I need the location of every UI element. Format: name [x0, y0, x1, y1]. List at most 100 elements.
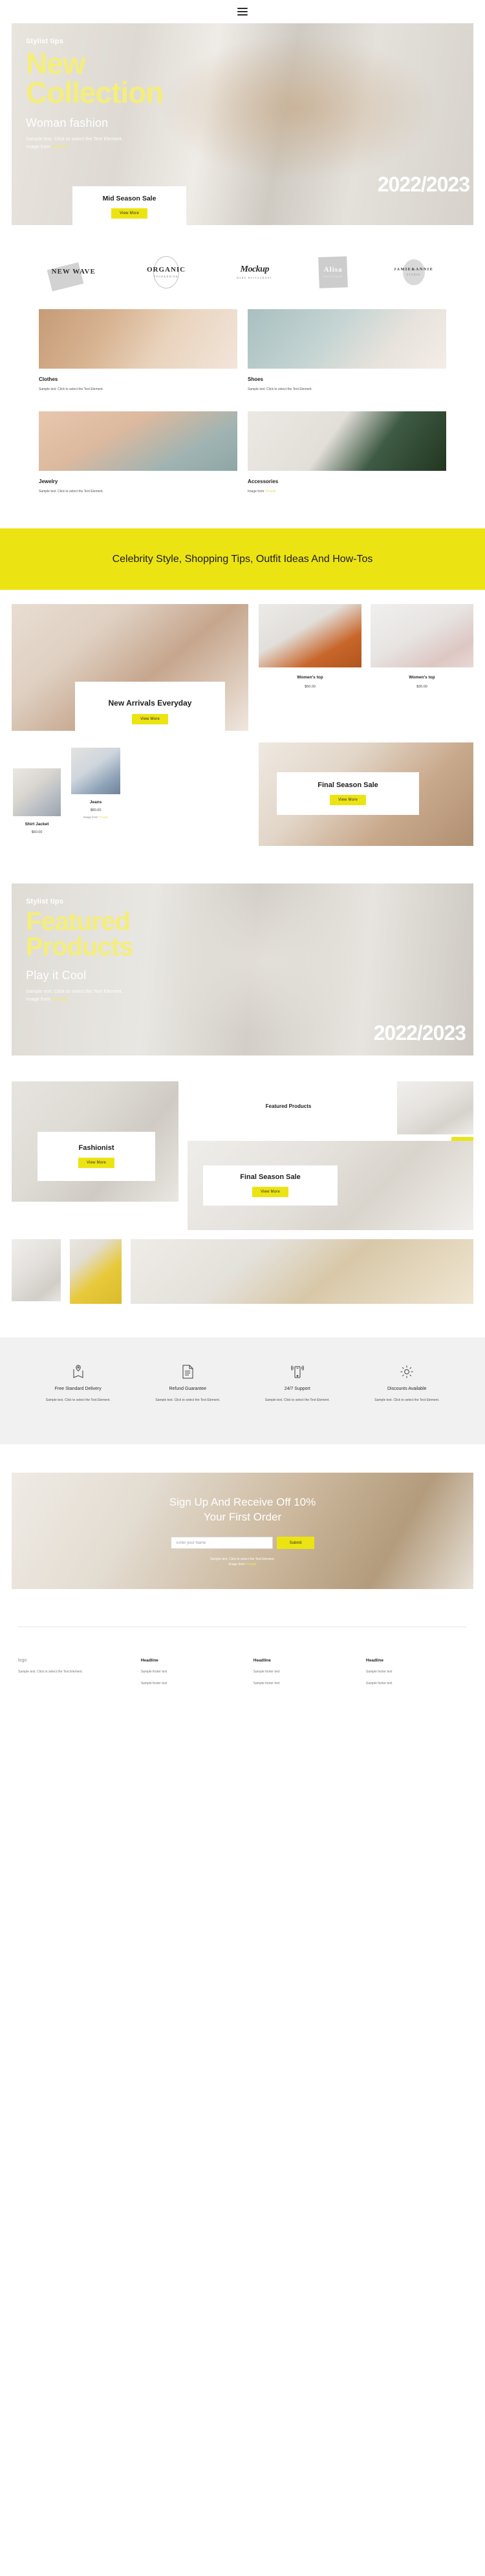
featured-products-hero: Stylist tips Featured Products Play it C…: [12, 883, 473, 1055]
brand-name: Mockup: [240, 265, 270, 274]
gallery-image: [131, 1239, 473, 1304]
gallery-item-wide[interactable]: [131, 1239, 473, 1304]
footer-link[interactable]: Sample footer text: [253, 1669, 354, 1675]
brand-name: ORGANIC: [146, 265, 186, 274]
final-season-sale-card: Final Season Sale View More: [277, 772, 419, 815]
category-image: [39, 411, 237, 471]
category-image: [248, 308, 446, 369]
category-grid: Clothes Sample text. Click to select the…: [0, 308, 485, 495]
feature-description: Sample text. Click to select the Text El…: [155, 1398, 221, 1402]
hero2-subtitle: Play it Cool: [26, 969, 87, 982]
arrivals-bottom-row: Jeans $80.00 Image from Freepik Shirt Ja…: [12, 742, 473, 846]
hero2-description-line-2: Image from Freepik: [26, 995, 473, 1003]
category-card-jewelry[interactable]: Jewelry Sample text. Click to select the…: [39, 411, 237, 495]
freepik-link[interactable]: Freepik: [265, 490, 276, 493]
product-name: Shirt Jacket: [25, 821, 49, 827]
product-card-shirt-jacket[interactable]: Shirt Jacket $60.00: [13, 768, 61, 834]
footer-link[interactable]: Sample footer text: [141, 1681, 242, 1687]
top-navigation-bar: [0, 0, 485, 23]
hero-title-line-2: Collection: [26, 76, 164, 110]
arrivals-product-list: Women's top $50.00 Women's top $30.00: [259, 603, 473, 689]
hamburger-menu-icon[interactable]: [237, 8, 248, 16]
brand-logo-organic[interactable]: ORGANIC FOOD&DRINK: [146, 255, 186, 288]
footer-link[interactable]: Sample footer text: [366, 1681, 467, 1687]
footer-logo-text: Sample text. Click to select the Text El…: [18, 1669, 83, 1674]
footer-link[interactable]: Sample footer text: [141, 1669, 242, 1675]
feature-title: Refund Guarantee: [169, 1386, 207, 1391]
product-image: [371, 603, 473, 667]
hero-description: Sample text. Click to select the Text El…: [26, 135, 473, 151]
featured-tags-image-wrap: [397, 1081, 473, 1134]
brand-logo-new-wave[interactable]: NEW WAVE: [52, 268, 96, 276]
footer-logo[interactable]: logo: [18, 1658, 129, 1663]
hero-title-line-1: New: [26, 47, 86, 80]
map-pin-icon: [28, 1363, 128, 1380]
brand-logo-jamie-annie[interactable]: JAMIE&ANNIE STUDIO: [394, 259, 433, 285]
footer-column-2: Headline Sample footer text Sample foote…: [253, 1658, 354, 1687]
gallery-item-yellow-suit[interactable]: [70, 1239, 122, 1304]
footer-column-heading: Headline: [365, 1658, 383, 1663]
product-name: Jeans: [89, 799, 102, 805]
newsletter-submit-button[interactable]: Submit: [277, 1537, 314, 1550]
new-arrivals-section: New Arrivals Everyday View More Women's …: [0, 590, 485, 846]
brand-name: NEW WAVE: [51, 268, 96, 276]
product-card-jeans[interactable]: Jeans $80.00 Image from Freepik: [71, 747, 120, 819]
fashionist-view-more-button[interactable]: View More: [78, 1158, 115, 1169]
category-card-accessories[interactable]: Accessories Image from Freepik: [248, 411, 446, 495]
circle-decoration-icon: [402, 259, 425, 285]
sale-card-title: Mid Season Sale: [102, 194, 156, 202]
product-credit: Image from Freepik: [71, 816, 120, 819]
arrivals-feature-block: New Arrivals Everyday View More: [12, 603, 248, 741]
new-arrivals-view-more-button[interactable]: View More: [131, 714, 169, 725]
freepik-link[interactable]: Freepik: [99, 816, 109, 819]
category-description: Image from Freepik: [248, 490, 446, 495]
sale-card-view-more-button[interactable]: View More: [111, 208, 148, 219]
feature-title: Free Standard Delivery: [54, 1386, 102, 1391]
hero-eyebrow: Stylist tips: [26, 38, 64, 45]
fashionist-top-row: Fashionist View More Featured Products F…: [12, 1081, 473, 1230]
product-name: Women's top: [297, 675, 323, 680]
newsletter-heading-line-1: Sign Up And Receive Off 10%: [169, 1495, 316, 1508]
newsletter-heading-line-2: Your First Order: [203, 1511, 282, 1524]
brand-subtitle: BARE RESTAURANT: [237, 276, 273, 279]
product-card[interactable]: Women's top $50.00: [259, 603, 361, 689]
gallery-image: [12, 1239, 61, 1301]
feature-24-7-support: 24/7 Support Sample text. Click to selec…: [242, 1363, 352, 1403]
footer-link[interactable]: Sample footer text: [366, 1669, 467, 1675]
brand-logo-mockup[interactable]: Mockup BARE RESTAURANT: [237, 265, 272, 279]
feature-description: Sample text. Click to select the Text El…: [264, 1398, 330, 1402]
product-image: [13, 768, 61, 816]
category-image: [248, 411, 446, 471]
credit-prefix: Image from: [83, 815, 99, 819]
category-card-shoes[interactable]: Shoes Sample text. Click to select the T…: [248, 308, 446, 393]
gallery-item-white-dress[interactable]: [12, 1239, 61, 1304]
final-sale-view-more-button[interactable]: View More: [329, 795, 367, 806]
hero2-description-line-1: Sample text. Click to select the Text El…: [26, 988, 123, 995]
freepik-link[interactable]: Freepik: [246, 1563, 257, 1566]
category-card-clothes[interactable]: Clothes Sample text. Click to select the…: [39, 308, 237, 393]
featured-tags-image: [397, 1081, 473, 1134]
hero2-description: Sample text. Click to select the Text El…: [26, 988, 473, 1003]
fashionist-card-title: Fashionist: [78, 1144, 114, 1153]
product-card[interactable]: Women's top $30.00: [371, 603, 473, 689]
hero2-title: Featured Products: [26, 909, 473, 960]
hero2-eyebrow: Stylist tips: [26, 897, 64, 905]
brand-logo-alisa[interactable]: Alisa BOUTIQUE: [318, 256, 348, 288]
mini-product-group: Jeans $80.00 Image from Freepik Shirt Ja…: [12, 742, 248, 846]
brand-subtitle: BOUTIQUE: [323, 276, 343, 279]
feature-discounts-available: Discounts Available Sample text. Click t…: [352, 1363, 462, 1403]
brand-logos-row: NEW WAVE ORGANIC FOOD&DRINK Mockup BARE …: [0, 225, 485, 309]
featured-final-sale-card: Final Season Sale View More: [203, 1165, 338, 1206]
freepik-link[interactable]: Freepik: [52, 996, 68, 1002]
featured-final-sale-button[interactable]: View More: [252, 1187, 289, 1198]
gear-icon: [358, 1363, 457, 1380]
hero-title: New Collection: [26, 49, 473, 107]
freepik-link[interactable]: Freepik: [52, 144, 68, 149]
category-description: Sample text. Click to select the Text El…: [39, 490, 103, 494]
category-description: Sample text. Click to select the Text El…: [39, 387, 103, 391]
newsletter-name-input[interactable]: [171, 1537, 273, 1550]
site-footer: logo Sample text. Click to select the Te…: [0, 1627, 485, 1713]
feature-title: 24/7 Support: [284, 1386, 310, 1391]
fashionist-block: Fashionist View More: [12, 1081, 178, 1230]
footer-link[interactable]: Sample footer text: [253, 1681, 354, 1687]
